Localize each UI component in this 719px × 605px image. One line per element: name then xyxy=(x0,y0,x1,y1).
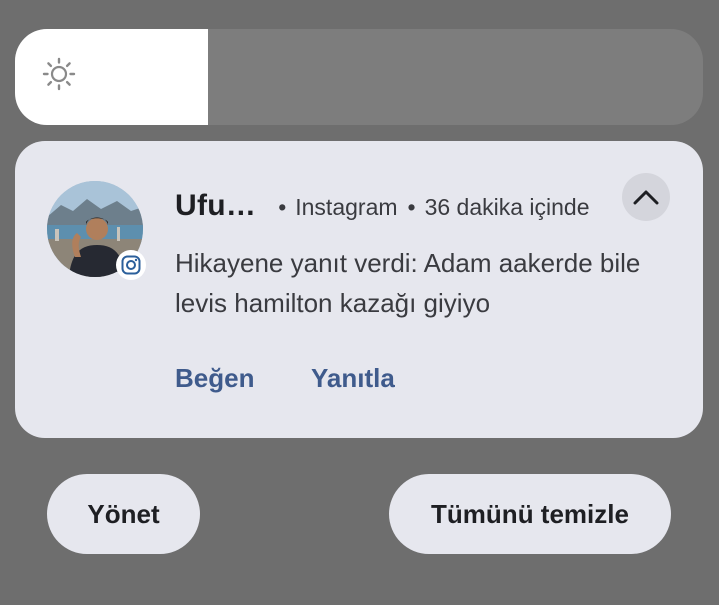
chevron-up-icon xyxy=(633,190,659,205)
manage-button-label: Yönet xyxy=(87,498,160,529)
manage-button[interactable]: Yönet xyxy=(47,474,200,554)
clear-all-button-label: Tümünü temizle xyxy=(431,498,629,529)
reply-button[interactable]: Yanıtla xyxy=(311,363,395,394)
clear-all-button[interactable]: Tümünü temizle xyxy=(389,474,671,554)
sun-icon xyxy=(42,57,76,91)
separator-dot: • xyxy=(407,194,416,220)
like-button[interactable]: Beğen xyxy=(175,363,254,394)
notification-message: Hikayene yanıt verdi: Adam aakerde bile … xyxy=(175,248,641,318)
notification-time: 36 dakika içinde xyxy=(424,194,590,220)
instagram-icon xyxy=(116,250,146,280)
collapse-button[interactable] xyxy=(622,173,670,221)
app-name: Instagram xyxy=(295,194,398,220)
sender-name: Ufu… xyxy=(175,189,257,222)
notification-header: Ufu… • Instagram • 36 dakika içinde xyxy=(175,189,590,223)
brightness-slider[interactable] xyxy=(15,29,703,125)
separator-dot: • xyxy=(278,194,287,220)
notification-card[interactable]: Ufu… • Instagram • 36 dakika içinde Hika… xyxy=(15,141,703,438)
